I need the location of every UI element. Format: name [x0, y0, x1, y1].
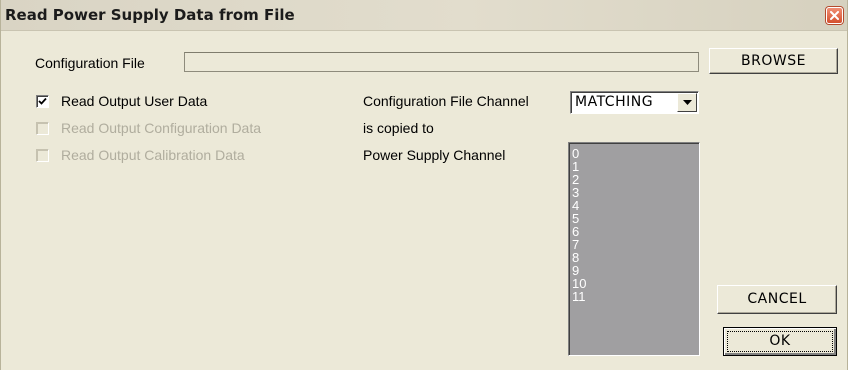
- ok-button-label: OK: [769, 333, 791, 349]
- configuration-file-field[interactable]: [184, 52, 699, 72]
- chevron-down-icon: [683, 100, 692, 105]
- browse-button[interactable]: BROWSE: [709, 48, 838, 74]
- power-supply-channel-list[interactable]: 0 1 2 3 4 5 6 7 8 9 10 11: [568, 142, 700, 356]
- read-output-calibration-data-label: Read Output Calibration Data: [61, 147, 245, 163]
- channel-list-item[interactable]: 11: [572, 290, 586, 303]
- read-power-supply-dialog: Read Power Supply Data from File Configu…: [0, 0, 848, 370]
- read-output-user-data-checkbox[interactable]: [36, 95, 49, 108]
- cancel-button-label: CANCEL: [747, 291, 807, 307]
- configuration-file-channel-label: Configuration File Channel: [363, 93, 529, 109]
- channel-mapping-dropdown[interactable]: MATCHING: [570, 91, 699, 114]
- is-copied-to-label: is copied to: [363, 120, 434, 136]
- checkmark-icon: [38, 97, 47, 105]
- configuration-file-label: Configuration File: [35, 55, 145, 71]
- browse-button-label: BROWSE: [741, 53, 806, 69]
- read-output-user-data-label[interactable]: Read Output User Data: [61, 93, 207, 109]
- power-supply-channel-label: Power Supply Channel: [363, 147, 506, 163]
- close-button[interactable]: [826, 7, 843, 24]
- close-icon: [830, 11, 839, 20]
- ok-button[interactable]: OK: [723, 327, 837, 356]
- dropdown-arrow-button[interactable]: [677, 93, 697, 112]
- title-bar[interactable]: Read Power Supply Data from File: [1, 0, 847, 31]
- cancel-button[interactable]: CANCEL: [717, 285, 837, 314]
- channel-mapping-selected-value: MATCHING: [575, 94, 654, 110]
- read-output-configuration-data-label: Read Output Configuration Data: [61, 120, 262, 136]
- read-output-calibration-data-checkbox[interactable]: [36, 149, 49, 162]
- read-output-configuration-data-checkbox[interactable]: [36, 122, 49, 135]
- dialog-title: Read Power Supply Data from File: [5, 6, 295, 24]
